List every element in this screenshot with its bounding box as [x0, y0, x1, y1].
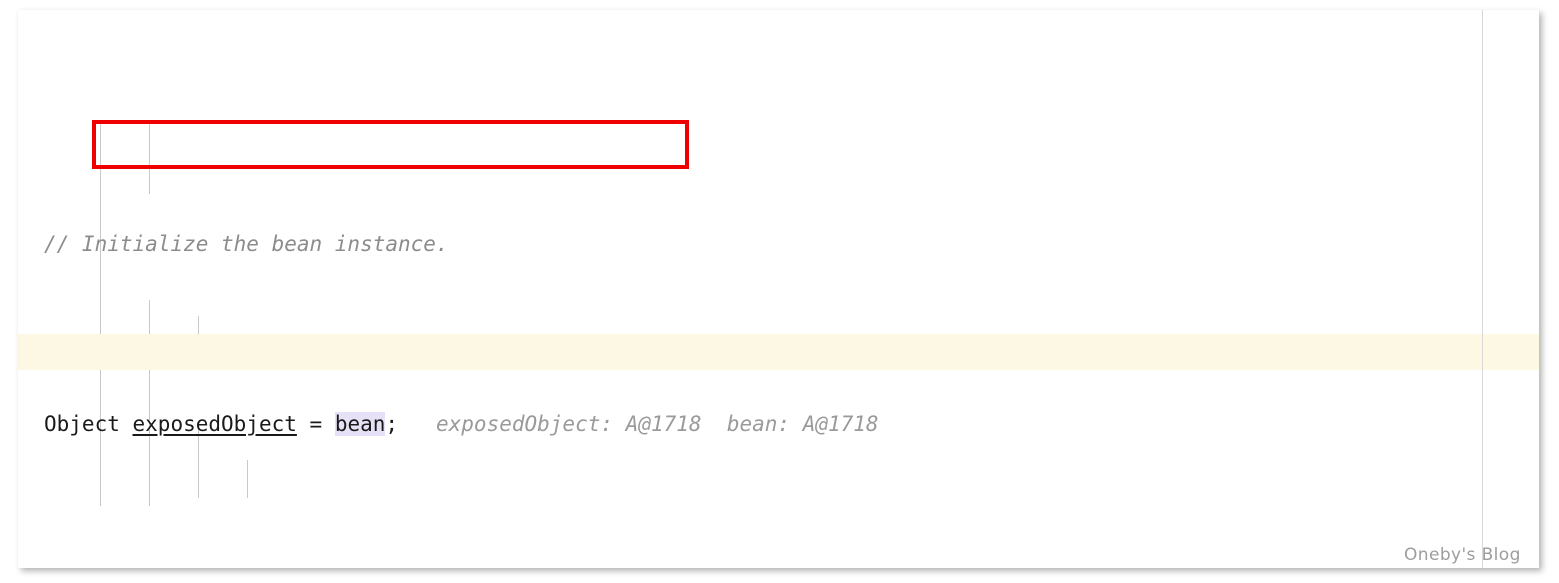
code-lines[interactable]: // Initialize the bean instance. Object …	[18, 10, 1539, 568]
inline-hint-label: exposedObject:	[436, 412, 614, 436]
code-token-operator: =	[296, 412, 335, 436]
code-line-executed[interactable]: Object exposedObject = bean; exposedObje…	[18, 334, 1539, 436]
code-token-punct: ;	[385, 412, 399, 436]
code-line[interactable]: try {	[18, 514, 1539, 550]
code-token-type: Object	[44, 412, 133, 436]
inline-hint-label: bean:	[726, 412, 791, 436]
right-margin-guide	[1482, 10, 1483, 568]
code-token-comment: // Initialize the bean instance.	[44, 232, 449, 256]
inline-hint-value: A@1718	[625, 412, 702, 436]
code-token-field[interactable]: exposedObject	[133, 412, 297, 436]
inline-hint[interactable]: exposedObject: A@1718 bean: A@1718	[398, 412, 879, 436]
code-token-selected-identifier[interactable]: bean	[334, 412, 386, 436]
code-editor-pane[interactable]: // Initialize the bean instance. Object …	[18, 10, 1539, 568]
watermark-label: Oneby's Blog	[1404, 545, 1521, 565]
code-line[interactable]: // Initialize the bean instance.	[18, 154, 1539, 256]
screenshot-root: // Initialize the bean instance. Object …	[0, 0, 1559, 583]
inline-hint-value: A@1718	[802, 412, 879, 436]
